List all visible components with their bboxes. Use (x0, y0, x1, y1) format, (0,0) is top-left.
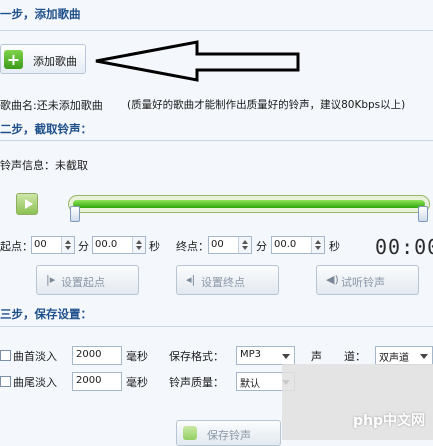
set-start-label: 设置起点 (61, 276, 105, 289)
start-second-value: 00.0 (95, 239, 118, 250)
end-label: 终点： (176, 240, 209, 253)
add-song-button[interactable]: + 添加歌曲 (0, 44, 86, 74)
channel-label: 声 道： (311, 350, 366, 363)
arrow-annotation (95, 40, 300, 82)
channel-select[interactable]: 双声道 (375, 346, 433, 365)
set-start-button[interactable]: |▸ 设置起点 (36, 265, 139, 295)
minute-unit: 分 (78, 240, 89, 253)
add-song-label: 添加歌曲 (33, 55, 77, 68)
plus-icon: + (4, 50, 23, 69)
spin-down-icon[interactable] (136, 246, 142, 250)
slider-end-handle[interactable] (418, 206, 428, 222)
start-minute-spinner[interactable]: 00 (31, 236, 75, 254)
preview-label: 试听铃声 (341, 276, 385, 289)
format-value: MP3 (240, 349, 262, 360)
quality-value: 默认 (240, 379, 260, 390)
divider (0, 326, 433, 327)
set-end-button[interactable]: ◂| 设置终点 (176, 265, 279, 295)
song-name-value: 还未添加歌曲 (36, 99, 103, 112)
start-second-spinner[interactable]: 00.0 (92, 236, 146, 254)
slider-track-fill (73, 200, 425, 208)
start-label: 起点： (0, 240, 33, 253)
step2-title: 二步，截取铃声： (0, 122, 92, 136)
minute-unit: 分 (256, 240, 267, 253)
song-name-label: 歌曲名: (0, 99, 37, 112)
save-icon (183, 426, 197, 440)
song-name-row: 歌曲名:还未添加歌曲 (0, 97, 103, 113)
start-minute-value: 00 (34, 239, 47, 250)
watermark-overlay: php中文网 (282, 364, 433, 440)
fade-out-input[interactable]: 2000 (72, 372, 122, 391)
format-select[interactable]: MP3 (236, 346, 295, 365)
fade-in-input[interactable]: 2000 (72, 346, 122, 365)
end-minute-value: 00 (211, 239, 224, 250)
second-unit: 秒 (329, 240, 340, 253)
chevron-down-icon (282, 354, 290, 359)
set-end-label: 设置终点 (201, 276, 245, 289)
end-second-value: 00.0 (274, 239, 297, 250)
watermark-text: php中文网 (352, 413, 425, 429)
clip-range-slider[interactable] (68, 195, 430, 213)
divider (0, 30, 433, 31)
ms-unit: 毫秒 (126, 350, 148, 363)
ringtone-info-row: 铃声信息：未截取 (0, 157, 88, 173)
play-icon (25, 199, 33, 209)
speaker-icon: ◀) (326, 273, 339, 286)
ms-unit: 毫秒 (126, 376, 148, 389)
save-ringtone-button[interactable]: 保存铃声 (176, 420, 281, 446)
fade-in-label: 曲首淡入 (13, 350, 57, 363)
fade-in-checkbox[interactable] (0, 350, 11, 361)
set-end-icon: ◂| (186, 273, 196, 286)
divider (0, 140, 433, 141)
fade-out-label: 曲尾淡入 (13, 376, 57, 389)
spin-down-icon[interactable] (242, 246, 248, 250)
preview-ringtone-button[interactable]: ◀) 试听铃声 (316, 265, 419, 295)
set-start-icon: |▸ (46, 273, 56, 286)
quality-label: 铃声质量： (169, 376, 224, 389)
spin-up-icon[interactable] (65, 240, 71, 244)
slider-start-handle[interactable] (70, 206, 80, 222)
quality-hint: (质量好的歌曲才能制作出质量好的铃声，建议80Kbps以上) (127, 99, 406, 111)
spin-up-icon[interactable] (315, 240, 321, 244)
step1-title: 一步，添加歌曲 (0, 7, 81, 21)
spin-down-icon[interactable] (315, 246, 321, 250)
ringtone-info-value: 未截取 (55, 159, 88, 172)
save-ringtone-label: 保存铃声 (207, 429, 251, 442)
spin-down-icon[interactable] (65, 246, 71, 250)
ringtone-info-label: 铃声信息： (0, 159, 55, 172)
format-label: 保存格式： (169, 350, 224, 363)
chevron-down-icon (420, 354, 428, 359)
time-display: 00:00 (375, 235, 433, 259)
second-unit: 秒 (149, 240, 160, 253)
channel-value: 双声道 (379, 353, 409, 364)
end-second-spinner[interactable]: 00.0 (271, 236, 325, 254)
fade-out-checkbox[interactable] (0, 376, 11, 387)
end-minute-spinner[interactable]: 00 (208, 236, 252, 254)
spin-up-icon[interactable] (136, 240, 142, 244)
play-button[interactable] (16, 193, 38, 215)
step3-title: 三步，保存设置： (0, 307, 92, 321)
spin-up-icon[interactable] (242, 240, 248, 244)
